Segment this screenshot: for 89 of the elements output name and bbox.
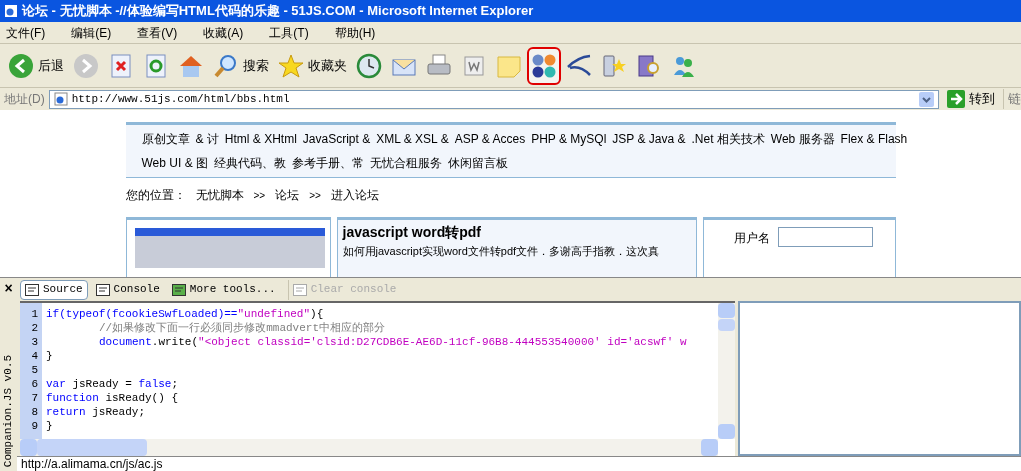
toolbar-button[interactable]: 搜索: [209, 46, 273, 85]
code-token: function: [46, 391, 99, 405]
nav-link[interactable]: .Net 相关技术: [691, 130, 765, 148]
line-number: 6: [31, 377, 38, 391]
page-icon: [4, 4, 18, 18]
toolbar-button[interactable]: 后退: [4, 46, 68, 85]
address-label: 地址(D): [4, 91, 45, 108]
code-token: "<object classid='clsid:D27CDB6E-AE6D-11cf-96B8-444553540000' id='acswf' w: [198, 335, 687, 349]
line-number: 5: [31, 363, 38, 377]
code-token: }: [46, 349, 53, 363]
panel-tab[interactable]: More tools...: [167, 279, 280, 300]
nav-link[interactable]: ASP & Acces: [454, 130, 526, 148]
username-field[interactable]: [777, 227, 873, 247]
links-label[interactable]: 链: [1003, 89, 1021, 109]
line-number: 1: [31, 307, 38, 321]
book-magnifier-icon: [636, 52, 662, 79]
breadcrumb-separator: >>: [253, 188, 266, 203]
line-number: 2: [31, 321, 38, 335]
nav-link[interactable]: 休闲留言板: [447, 154, 508, 172]
breadcrumb-link[interactable]: 无忧脚本: [195, 186, 244, 204]
panel-tab[interactable]: Source: [20, 279, 88, 300]
status-bar: http://a.alimama.cn/js/ac.js: [17, 456, 1021, 471]
nav-link[interactable]: Html & XHtml: [224, 130, 297, 148]
code-token: document: [99, 335, 152, 349]
code-editor[interactable]: [20, 301, 735, 456]
panel-tab[interactable]: Console: [91, 279, 164, 300]
line-number: 7: [31, 391, 38, 405]
go-button[interactable]: 转到: [943, 89, 999, 109]
address-field[interactable]: http://www.51js.com/html/bbs.html: [48, 89, 939, 109]
nav-link[interactable]: JavaScript &: [302, 130, 371, 148]
code-token: jsReady;: [91, 405, 146, 419]
nav-link[interactable]: XML & XSL &: [376, 130, 449, 148]
line-number: 9: [31, 419, 38, 433]
history-clock-icon: [356, 52, 382, 79]
page-icon: [25, 283, 39, 296]
search-icon: [213, 52, 239, 79]
four-circles-icon: [531, 52, 557, 79]
breadcrumb-separator: >>: [309, 188, 321, 203]
stop-icon: [108, 52, 134, 79]
nav-link[interactable]: 经典代码、教: [213, 154, 286, 172]
article-title[interactable]: javascript word转pdf: [342, 222, 691, 243]
arrow-icon: [947, 90, 965, 108]
horizontal-scrollbar[interactable]: [20, 439, 718, 456]
code-token: return: [46, 405, 86, 419]
breadcrumb-link[interactable]: 论坛: [275, 186, 300, 204]
line-number: 3: [31, 335, 38, 349]
toolbar-button[interactable]: [527, 46, 561, 85]
nav-link[interactable]: Web 服务器: [770, 130, 835, 148]
nav-link[interactable]: Flex & Flash: [840, 130, 908, 148]
nav-link[interactable]: 原创文章: [141, 130, 190, 148]
menu-item[interactable]: 查看(V): [131, 23, 184, 42]
toolbar-button[interactable]: 收藏夹: [274, 46, 351, 85]
console-window-icon: [95, 283, 110, 296]
code-token: jsReady =: [71, 377, 133, 391]
phone-star-icon: [601, 52, 627, 79]
window-title: 论坛 - 无忧脚本 -//体验编写HTML代码的乐趣 - 51JS.COM - Microsoft Internet Explorer: [22, 2, 534, 21]
menu-item[interactable]: 编辑(E): [65, 23, 118, 42]
nav-link[interactable]: & 讨: [195, 130, 219, 148]
breadcrumb-label: 您的位置：: [125, 187, 186, 204]
star-icon: [278, 52, 304, 79]
code-token: .write(: [151, 335, 199, 349]
code-token: isReady() {: [104, 391, 179, 405]
page-icon: [53, 92, 68, 106]
code-token: false: [138, 377, 172, 391]
nav-link[interactable]: 参考手册、常: [291, 154, 364, 172]
nav-link[interactable]: JSP & Java &: [612, 130, 686, 148]
vertical-scrollbar[interactable]: [718, 303, 735, 439]
menu-item[interactable]: 工具(T): [263, 23, 315, 42]
code-token: ;: [171, 377, 179, 391]
code-token: //如果修改下面一行必须同步修改mmadvert中相应的部分: [99, 321, 385, 335]
menu-item[interactable]: 帮助(H): [328, 23, 382, 42]
nav-link[interactable]: 无忧合租服务: [369, 154, 442, 172]
code-token: if(typeof(fcookieSwfLoaded)==: [46, 307, 238, 321]
menu-item[interactable]: 文件(F): [0, 23, 52, 42]
nav-link[interactable]: Web UI & 图: [141, 154, 208, 172]
code-token: }: [46, 419, 53, 433]
menu-item[interactable]: 收藏(A): [197, 23, 250, 42]
nav-link[interactable]: PHP & MySQl: [531, 130, 607, 148]
line-number: 8: [31, 405, 38, 419]
code-token: var: [46, 377, 66, 391]
breadcrumb-link[interactable]: 进入论坛: [330, 186, 379, 204]
code-token: "undefined": [237, 307, 311, 321]
article-text: 如何用javascript实现word文件转pdf文件．多谢高手指教．这次真: [342, 244, 661, 259]
code-token: ){: [310, 307, 324, 321]
refresh-icon: [143, 52, 169, 79]
line-number: 4: [31, 349, 38, 363]
close-button[interactable]: ×: [4, 278, 13, 299]
panel-side-label: Companion.JS v0.5: [1, 354, 16, 467]
username-label: 用户名: [733, 230, 770, 247]
